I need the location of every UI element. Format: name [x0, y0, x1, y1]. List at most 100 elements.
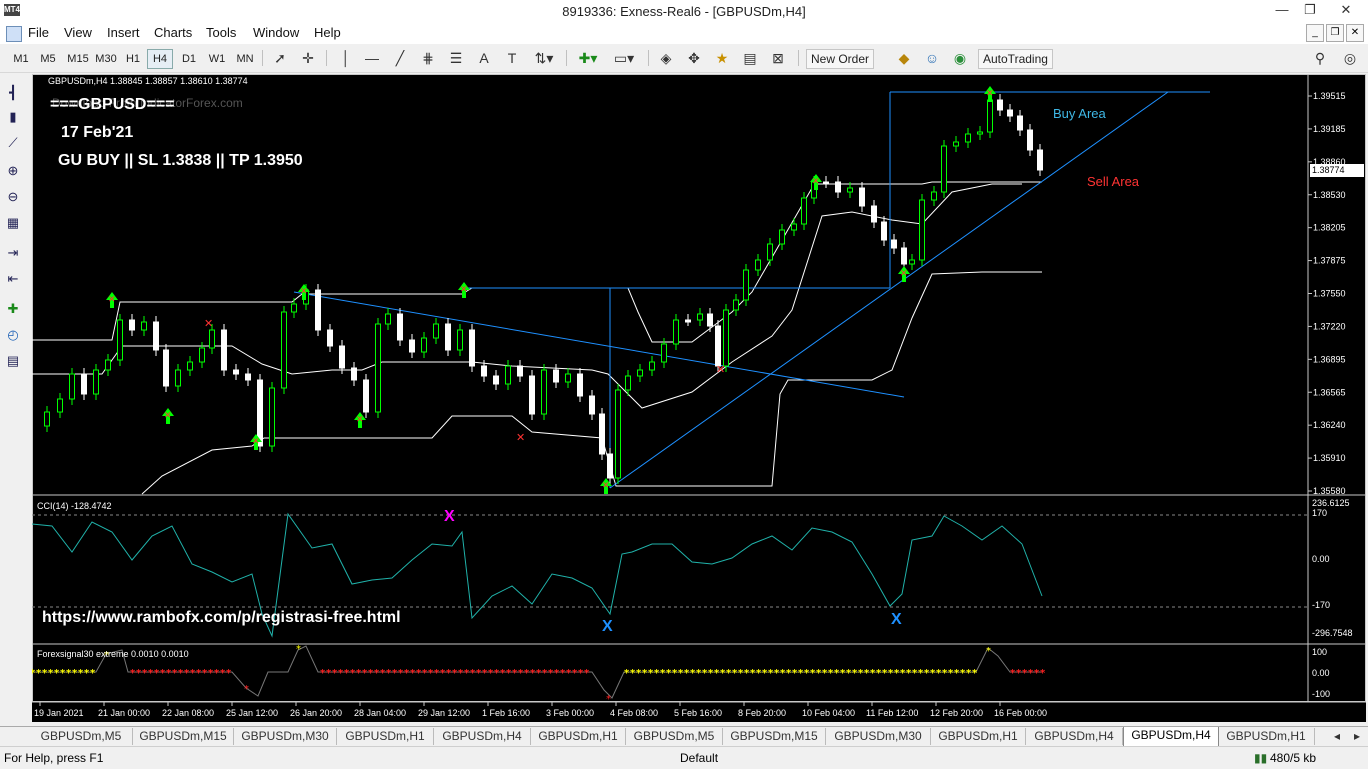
fibonacci-icon[interactable]: ☰	[446, 49, 466, 67]
line-chart-icon[interactable]: ⟋	[4, 134, 22, 152]
chart-tab[interactable]: GBPUSDm,H4	[1026, 728, 1123, 745]
candle-body	[385, 313, 391, 325]
chart-tab[interactable]: GBPUSDm,M5	[626, 728, 723, 745]
signal-red-mark: *	[226, 668, 232, 679]
zoom-out-icon[interactable]: ⊖	[4, 188, 22, 206]
market-watch-icon[interactable]: ◈	[656, 49, 676, 67]
menu-file[interactable]: File	[28, 25, 49, 40]
terminal-icon[interactable]: ▤	[740, 49, 760, 67]
bar-chart-icon[interactable]: ┫	[4, 84, 22, 102]
text-label-icon[interactable]: T	[502, 49, 522, 67]
candle-body	[661, 343, 667, 363]
candle-body	[397, 313, 403, 341]
time-label: 25 Jan 12:00	[226, 708, 278, 718]
favorites-icon[interactable]: ★	[712, 49, 732, 67]
autotrading-button[interactable]: AutoTrading	[978, 49, 1053, 69]
profiles-icon[interactable]: ▭▾	[610, 49, 638, 67]
chart-tab[interactable]: GBPUSDm,M5	[30, 728, 133, 745]
timeframe-mn[interactable]: MN	[232, 49, 258, 69]
candle-body	[129, 319, 135, 331]
chart-tab[interactable]: GBPUSDm,H1	[931, 728, 1026, 745]
new-order-button[interactable]: New Order	[806, 49, 875, 69]
menu-help[interactable]: Help	[314, 25, 341, 40]
candle-body	[553, 369, 559, 383]
timeframe-h1[interactable]: H1	[120, 49, 146, 69]
buy-cross-icon: ✕	[356, 415, 364, 425]
vertical-line-icon[interactable]: │	[336, 49, 356, 67]
timeframe-d1[interactable]: D1	[176, 49, 202, 69]
crosshair-icon[interactable]: ✛	[298, 49, 318, 67]
community-icon[interactable]: ◎	[1340, 49, 1360, 67]
menu-tools[interactable]: Tools	[206, 25, 236, 40]
cursor-icon[interactable]: ➚	[270, 49, 290, 67]
sell-cross-icon: ✕	[204, 317, 213, 330]
menu-view[interactable]: View	[64, 25, 92, 40]
signals-icon[interactable]: ◉	[950, 49, 970, 67]
chart-tab[interactable]: GBPUSDm,H1	[337, 728, 434, 745]
mdi-close-button[interactable]: ✕	[1346, 24, 1364, 42]
chart-document-icon[interactable]	[6, 26, 22, 42]
templates-icon[interactable]: ▤	[4, 352, 22, 370]
tile-windows-icon[interactable]: ▦	[4, 214, 22, 232]
uptrend-line	[609, 91, 1169, 489]
equidistant-channel-icon[interactable]: ⋕	[418, 49, 438, 67]
experts-icon[interactable]: ☺	[922, 49, 942, 67]
candle-body	[541, 369, 547, 415]
chart-tab[interactable]: GBPUSDm,M15	[133, 728, 234, 745]
candle-body	[909, 259, 915, 265]
time-axis: 19 Jan 2021 21 Jan 00:00 22 Jan 08:00 25 Ja…	[34, 702, 1047, 718]
timeframe-w1[interactable]: W1	[204, 49, 230, 69]
periodicity-icon[interactable]: ◴	[4, 326, 22, 344]
candlestick-icon[interactable]: ▮	[4, 108, 22, 126]
search-icon[interactable]: ⚲	[1310, 49, 1330, 67]
time-label: 16 Feb 00:00	[994, 708, 1047, 718]
text-icon[interactable]: A	[474, 49, 494, 67]
time-label: 19 Jan 2021	[34, 708, 84, 718]
chart-window[interactable]: 1.39515 1.39185 1.38860 1.38530 1.38205 1.378…	[32, 74, 1366, 722]
arrows-dropdown-icon[interactable]: ⇅▾	[530, 49, 558, 67]
sell-cross-icon: ✕	[716, 363, 725, 376]
chart-tab[interactable]: GBPUSDm,H1	[531, 728, 626, 745]
close-button[interactable]: ✕	[1324, 0, 1368, 22]
auto-scroll-icon[interactable]: ⇥	[4, 244, 22, 262]
restore-button[interactable]: ❐	[1296, 0, 1324, 22]
candle-body	[919, 199, 925, 261]
indicators-icon[interactable]: ✚	[4, 300, 22, 318]
candle-body	[565, 373, 571, 383]
overlay-url[interactable]: https://www.rambofx.com/p/registrasi-fre…	[42, 609, 401, 627]
candle-body	[199, 347, 205, 363]
metaeditor-icon[interactable]: ◆	[894, 49, 914, 67]
candle-body	[977, 131, 983, 135]
chart-tab-active[interactable]: GBPUSDm,H4	[1123, 727, 1219, 747]
menu-insert[interactable]: Insert	[107, 25, 140, 40]
tabs-scroll-left-icon[interactable]: ◂	[1328, 728, 1346, 745]
new-chart-icon[interactable]: ✚▾	[574, 49, 602, 67]
price-label: 1.37550	[1313, 289, 1346, 299]
candle-body	[481, 365, 487, 377]
timeframe-m30[interactable]: M30	[91, 49, 121, 69]
menu-window[interactable]: Window	[253, 25, 299, 40]
trendline-icon[interactable]: ╱	[390, 49, 410, 67]
chart-tab[interactable]: GBPUSDm,M15	[723, 728, 826, 745]
timeframe-m15[interactable]: M15	[63, 49, 93, 69]
tabs-scroll-right-icon[interactable]: ▸	[1348, 728, 1366, 745]
chart-shift-icon[interactable]: ⇤	[4, 270, 22, 288]
minimize-button[interactable]: —	[1268, 0, 1296, 22]
horizontal-line-icon[interactable]: —	[362, 49, 382, 67]
timeframe-h4[interactable]: H4	[147, 49, 173, 69]
current-price-label: 1.38774	[1310, 164, 1364, 177]
navigator-icon[interactable]: ✥	[684, 49, 704, 67]
mdi-restore-button[interactable]: ❐	[1326, 24, 1344, 42]
mdi-minimize-button[interactable]: _	[1306, 24, 1324, 42]
menu-charts[interactable]: Charts	[154, 25, 192, 40]
zoom-in-icon[interactable]: ⊕	[4, 162, 22, 180]
chart-tab[interactable]: GBPUSDm,H4	[434, 728, 531, 745]
timeframe-m5[interactable]: M5	[35, 49, 61, 69]
chart-tab[interactable]: GBPUSDm,M30	[234, 728, 337, 745]
chart-tab[interactable]: GBPUSDm,M30	[826, 728, 931, 745]
strategy-tester-icon[interactable]: ⊠	[768, 49, 788, 67]
candle-body	[141, 321, 147, 331]
timeframe-m1[interactable]: M1	[8, 49, 34, 69]
chart-tab[interactable]: GBPUSDm,H1	[1218, 728, 1315, 745]
status-profile: Default	[680, 751, 719, 765]
